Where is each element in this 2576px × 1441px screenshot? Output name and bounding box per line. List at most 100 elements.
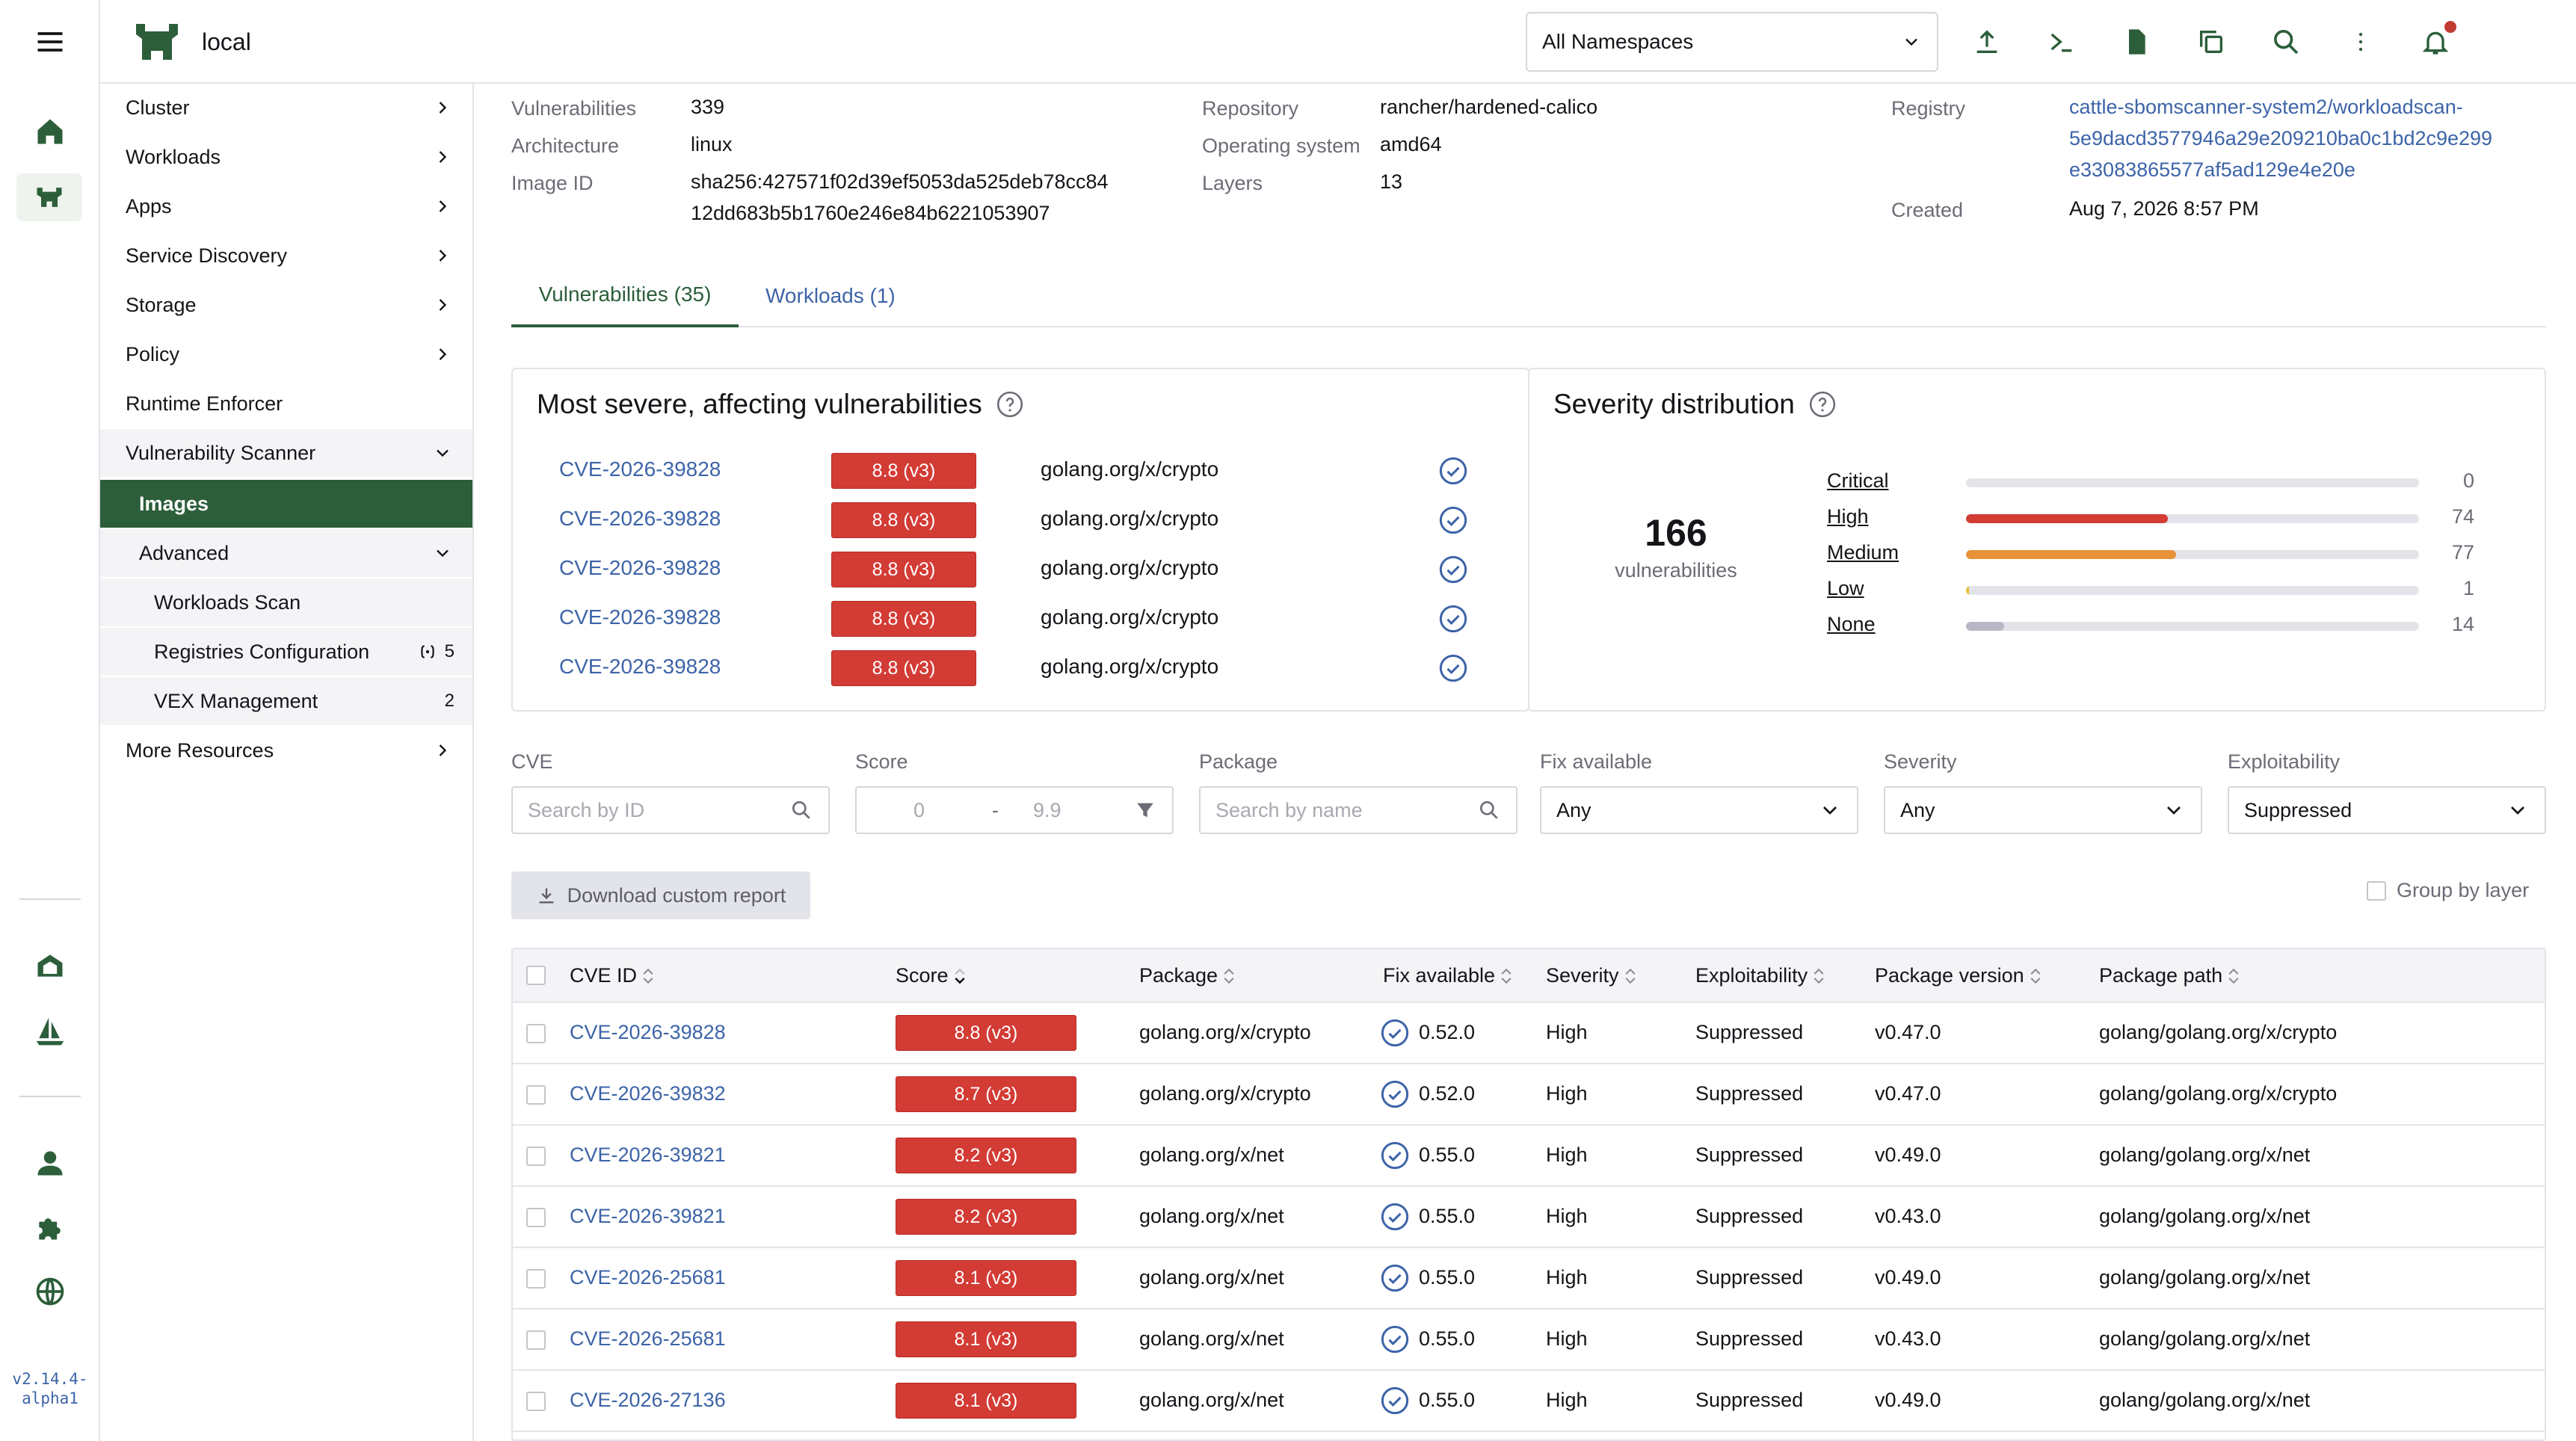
sidebar-item-service-discovery[interactable]: Service Discovery	[100, 232, 472, 280]
fleet-icon[interactable]	[0, 946, 100, 985]
cve-id-link[interactable]: CVE-2026-39821	[570, 1205, 726, 1228]
score-range-input[interactable]: 0 - 9.9	[855, 786, 1174, 834]
cve-id-link[interactable]: CVE-2026-39832	[570, 1082, 726, 1105]
sidebar-item-storage[interactable]: Storage	[100, 281, 472, 329]
hamburger-menu-icon[interactable]	[0, 22, 100, 61]
import-yaml-icon[interactable]	[1969, 24, 2005, 60]
row-checkbox[interactable]	[526, 1330, 546, 1350]
sidebar-item-registries-configuration[interactable]: Registries Configuration 5	[100, 628, 472, 676]
more-options-icon[interactable]	[2343, 24, 2379, 60]
copy-kubeconfig-icon[interactable]	[2193, 24, 2229, 60]
severe-row: CVE-2026-39828 8.8 (v3) golang.org/x/cry…	[513, 644, 1485, 694]
sidebar-item-workloads[interactable]: Workloads	[100, 133, 472, 181]
sort-icon	[1501, 968, 1512, 984]
help-icon[interactable]	[1808, 390, 1837, 419]
exploitability-select[interactable]: Suppressed	[2228, 786, 2546, 834]
chevron-right-icon	[439, 102, 447, 114]
cve-search-input[interactable]: Search by ID	[511, 786, 830, 834]
column-header-package-path[interactable]: Package path	[2099, 964, 2240, 987]
column-header-package[interactable]: Package	[1139, 964, 1236, 987]
vulnerabilities-value: 339	[691, 96, 725, 118]
column-header-severity[interactable]: Severity	[1546, 964, 1637, 987]
fix-available-select[interactable]: Any	[1540, 786, 1858, 834]
column-header-cve-id[interactable]: CVE ID	[570, 964, 655, 987]
sidebar-item-vulnerability-scanner[interactable]: Vulnerability Scanner	[100, 429, 472, 477]
select-all-checkbox[interactable]	[526, 966, 546, 985]
sidebar-item-policy[interactable]: Policy	[100, 330, 472, 378]
column-header-score[interactable]: Score	[896, 964, 967, 987]
cluster-nav-icon[interactable]	[16, 173, 82, 221]
cve-link[interactable]: CVE-2026-39828	[559, 605, 721, 629]
sidebar-item-workloads-scan[interactable]: Workloads Scan	[100, 578, 472, 626]
table-row[interactable]: CVE-2026-27136 8.1 (v3) golang.org/x/net 0.…	[513, 1371, 2545, 1432]
download-kubeconfig-icon[interactable]	[2119, 24, 2154, 60]
column-header-exploitability[interactable]: Exploitability	[1695, 964, 1825, 987]
row-checkbox[interactable]	[526, 1085, 546, 1105]
fix-version: 0.52.0	[1419, 1021, 1476, 1043]
namespace-select[interactable]: All Namespaces	[1526, 12, 1938, 72]
sidebar-item-runtime-enforcer[interactable]: Runtime Enforcer	[100, 380, 472, 428]
sidebar-item-advanced[interactable]: Advanced	[100, 529, 472, 577]
row-checkbox[interactable]	[526, 1392, 546, 1411]
registry-link-line2[interactable]: 5e9dacd3577946a29e209210ba0c1bd2c9e299	[2069, 123, 2492, 154]
cve-link[interactable]: CVE-2026-39828	[559, 457, 721, 481]
sidebar-item-cluster[interactable]: Cluster	[100, 84, 472, 132]
package-search-input[interactable]: Search by name	[1199, 786, 1517, 834]
severity-label[interactable]: None	[1827, 613, 1876, 636]
row-checkbox[interactable]	[526, 1269, 546, 1289]
tab-vulnerabilities[interactable]: Vulnerabilities (35)	[511, 265, 739, 327]
registries-count: 5	[444, 641, 455, 661]
table-row[interactable]: CVE-2026-39821 8.2 (v3) golang.org/x/net 0.…	[513, 1187, 2545, 1248]
row-checkbox[interactable]	[526, 1024, 546, 1043]
cve-link[interactable]: CVE-2026-39828	[559, 556, 721, 580]
vex-count: 2	[444, 691, 455, 711]
score-badge: 8.7 (v3)	[896, 1076, 1076, 1112]
row-checkbox[interactable]	[526, 1147, 546, 1166]
severity-label[interactable]: Medium	[1827, 541, 1899, 564]
sort-icon	[1814, 968, 1824, 984]
table-row[interactable]: CVE-2026-39821 8.2 (v3) golang.org/x/net 0.…	[513, 1126, 2545, 1187]
group-by-layer-toggle[interactable]: Group by layer	[2367, 879, 2529, 902]
home-icon[interactable]	[0, 112, 100, 151]
layers-value: 13	[1380, 170, 1403, 193]
cve-link[interactable]: CVE-2026-39828	[559, 655, 721, 679]
cve-id-link[interactable]: CVE-2026-25681	[570, 1266, 726, 1289]
severity-select[interactable]: Any	[1884, 786, 2202, 834]
cve-link[interactable]: CVE-2026-39828	[559, 507, 721, 531]
sidebar-item-more-resources[interactable]: More Resources	[100, 726, 472, 774]
globe-icon[interactable]	[0, 1272, 100, 1311]
group-by-layer-checkbox[interactable]	[2367, 880, 2386, 901]
table-row[interactable]: CVE-2026-39832 8.7 (v3) golang.org/x/crypt…	[513, 1064, 2545, 1126]
table-row[interactable]: CVE-2026-25681 8.1 (v3) golang.org/x/net 0.…	[513, 1248, 2545, 1309]
registry-link-line1[interactable]: cattle-sbomscanner-system2/workloadscan-	[2069, 91, 2463, 123]
user-icon[interactable]	[0, 1144, 100, 1182]
column-header-package-version[interactable]: Package version	[1875, 964, 2042, 987]
cve-id-link[interactable]: CVE-2026-39821	[570, 1144, 726, 1167]
score-min[interactable]: 0	[913, 799, 925, 822]
tab-workloads[interactable]: Workloads (1)	[765, 265, 896, 327]
score-max[interactable]: 9.9	[1033, 799, 1061, 822]
sailboat-icon[interactable]	[0, 1012, 100, 1051]
sidebar-item-apps[interactable]: Apps	[100, 182, 472, 230]
table-row[interactable]: CVE-2026-39828 8.8 (v3) golang.org/x/crypt…	[513, 1003, 2545, 1064]
column-header-fix-available[interactable]: Fix available	[1383, 964, 1513, 987]
sidebar-item-vex-management[interactable]: VEX Management 2	[100, 677, 472, 725]
table-row[interactable]: CVE-2026-25681 8.1 (v3) golang.org/x/net 0.…	[513, 1309, 2545, 1371]
severity-label[interactable]: Low	[1827, 577, 1864, 600]
help-icon[interactable]	[996, 390, 1024, 419]
sidebar-item-images[interactable]: Images	[100, 480, 472, 528]
cve-id-link[interactable]: CVE-2026-27136	[570, 1389, 726, 1412]
severity-filter-label: Severity	[1884, 750, 1957, 773]
architecture-label: Architecture	[511, 135, 620, 157]
extensions-puzzle-icon[interactable]	[0, 1208, 100, 1247]
row-checkbox[interactable]	[526, 1208, 546, 1227]
cve-id-link[interactable]: CVE-2026-25681	[570, 1327, 726, 1351]
kubectl-shell-icon[interactable]	[2044, 24, 2080, 60]
severity-label[interactable]: Critical	[1827, 469, 1889, 493]
registry-link-line3[interactable]: e33083865577af5ad129e4e20e	[2069, 154, 2355, 185]
sidebar-item-label: VEX Management	[154, 689, 318, 712]
cve-id-link[interactable]: CVE-2026-39828	[570, 1021, 726, 1044]
download-custom-report-button[interactable]: Download custom report	[511, 871, 810, 919]
search-icon[interactable]	[2268, 24, 2304, 60]
severity-label[interactable]: High	[1827, 505, 1869, 528]
